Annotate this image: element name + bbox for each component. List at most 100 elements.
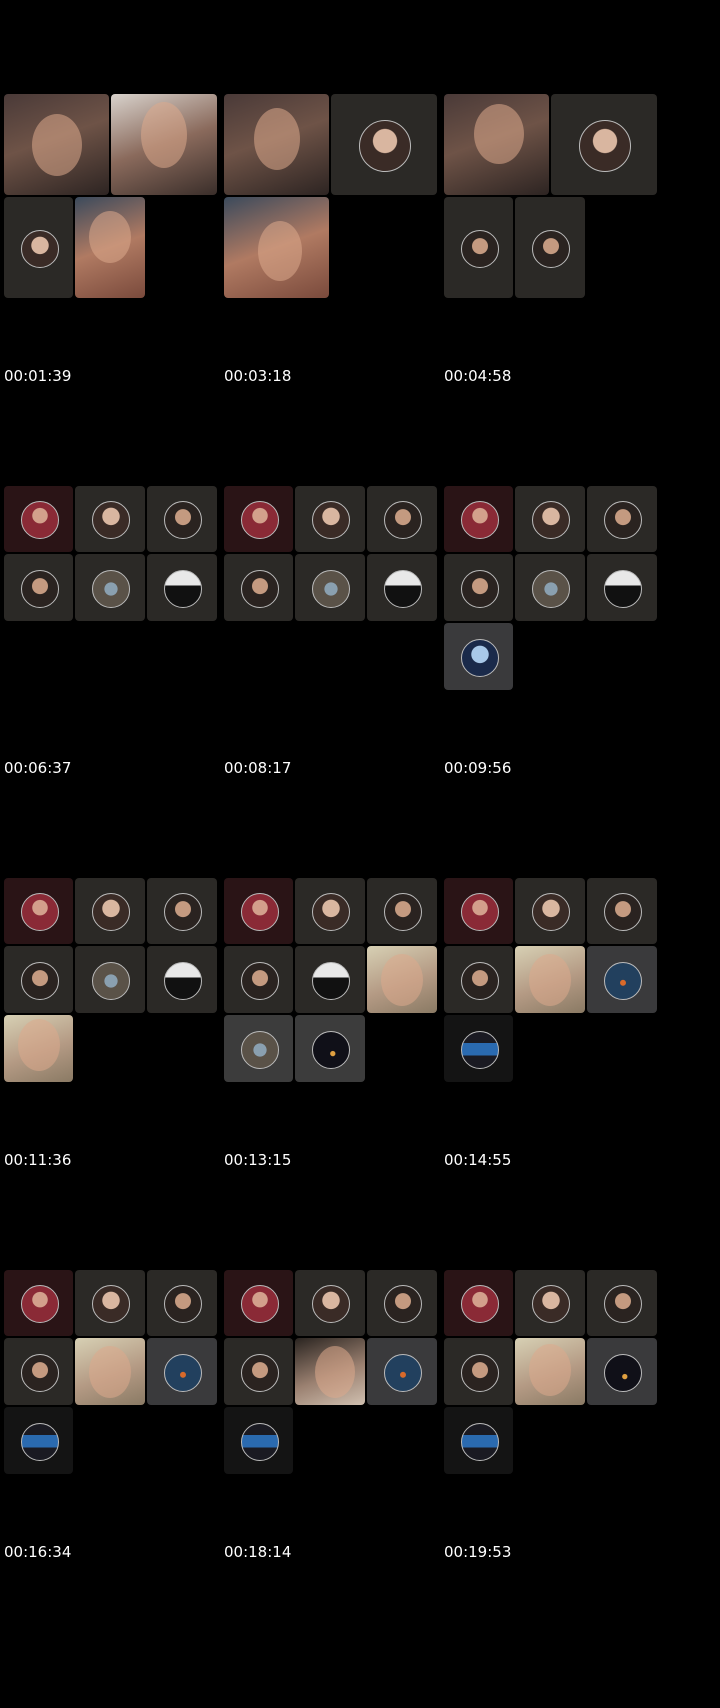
avatar-tile[interactable] [224, 946, 293, 1013]
video-tile[interactable] [75, 1338, 145, 1405]
avatar-tile[interactable] [4, 554, 73, 621]
video-tile[interactable] [224, 197, 329, 298]
timestamp: 00:06:37 [4, 759, 72, 777]
avatar-tile[interactable] [4, 486, 73, 552]
avatar [312, 1030, 350, 1069]
avatar [384, 1353, 422, 1392]
avatar-tile[interactable] [75, 554, 145, 621]
avatar-tile[interactable] [367, 486, 437, 552]
avatar-tile[interactable] [444, 486, 513, 552]
avatar-tile[interactable] [515, 486, 585, 552]
avatar-tile[interactable] [444, 946, 513, 1013]
video-tile[interactable] [111, 94, 217, 195]
avatar [384, 1285, 422, 1323]
avatar-tile[interactable] [147, 878, 217, 944]
timestamp: 00:11:36 [4, 1151, 72, 1169]
avatar-tile[interactable] [331, 94, 437, 195]
avatar-tile[interactable] [224, 878, 293, 944]
avatar-tile[interactable] [75, 486, 145, 552]
avatar-tile[interactable] [515, 1270, 585, 1336]
avatar-tile[interactable] [147, 486, 217, 552]
avatar-tile[interactable] [295, 1015, 365, 1082]
avatar-tile[interactable] [515, 554, 585, 621]
avatar-tile[interactable] [224, 1338, 293, 1405]
avatar-tile[interactable] [295, 1270, 365, 1336]
avatar-tile[interactable] [444, 1407, 513, 1474]
video-tile[interactable] [295, 1338, 365, 1405]
avatar-tile[interactable] [4, 878, 73, 944]
timestamp: 00:09:56 [444, 759, 512, 777]
avatar-tile[interactable] [224, 1015, 293, 1082]
avatar-tile[interactable] [147, 1338, 217, 1405]
avatar-tile[interactable] [147, 1270, 217, 1336]
avatar-tile[interactable] [587, 878, 657, 944]
avatar-tile[interactable] [224, 1407, 293, 1474]
avatar [92, 569, 130, 608]
avatar-tile[interactable] [147, 554, 217, 621]
video-tile[interactable] [367, 946, 437, 1013]
avatar-tile[interactable] [295, 554, 365, 621]
avatar-tile[interactable] [551, 94, 657, 195]
avatar-tile[interactable] [367, 878, 437, 944]
avatar [20, 1285, 59, 1323]
avatar-tile[interactable] [4, 1270, 73, 1336]
avatar [20, 569, 59, 608]
avatar-tile[interactable] [367, 554, 437, 621]
avatar-tile[interactable] [75, 1270, 145, 1336]
video-tile[interactable] [444, 94, 549, 195]
avatar-tile[interactable] [224, 486, 293, 552]
avatar [460, 893, 499, 931]
avatar [20, 229, 59, 268]
avatar [532, 1285, 570, 1323]
frame-1: 00:01:39 [0, 0, 240, 427]
avatar-tile[interactable] [587, 554, 657, 621]
avatar-tile[interactable] [587, 1270, 657, 1336]
video-tile[interactable] [4, 94, 109, 195]
avatar-tile[interactable] [4, 1407, 73, 1474]
video-tile[interactable] [515, 1338, 585, 1405]
avatar-tile[interactable] [224, 554, 293, 621]
avatar [92, 961, 130, 1000]
avatar-tile[interactable] [444, 878, 513, 944]
avatar [240, 569, 279, 608]
avatar-tile[interactable] [444, 197, 513, 298]
avatar-tile[interactable] [444, 1338, 513, 1405]
video-tile[interactable] [75, 197, 145, 298]
avatar [460, 1353, 499, 1392]
avatar-tile[interactable] [587, 1338, 657, 1405]
avatar-tile[interactable] [295, 878, 365, 944]
avatar-tile[interactable] [444, 1015, 513, 1082]
avatar-tile[interactable] [295, 486, 365, 552]
avatar-tile[interactable] [224, 1270, 293, 1336]
avatar-tile[interactable] [444, 623, 513, 690]
avatar-tile[interactable] [444, 1270, 513, 1336]
avatar-tile[interactable] [515, 878, 585, 944]
avatar [460, 569, 499, 608]
avatar-tile[interactable] [515, 197, 585, 298]
avatar [164, 569, 202, 608]
video-tile[interactable] [515, 946, 585, 1013]
avatar [312, 1285, 350, 1323]
avatar-tile[interactable] [147, 946, 217, 1013]
avatar-tile[interactable] [587, 486, 657, 552]
avatar [240, 961, 279, 1000]
video-tile[interactable] [4, 1015, 73, 1082]
timestamp: 00:01:39 [4, 367, 72, 385]
avatar-tile[interactable] [4, 946, 73, 1013]
avatar-tile[interactable] [367, 1338, 437, 1405]
avatar [20, 501, 59, 539]
avatar-tile[interactable] [295, 946, 365, 1013]
timestamp: 00:03:18 [224, 367, 292, 385]
avatar [312, 569, 350, 608]
avatar [164, 501, 202, 539]
video-tile[interactable] [224, 94, 329, 195]
avatar-tile[interactable] [587, 946, 657, 1013]
avatar-tile[interactable] [75, 946, 145, 1013]
timestamp: 00:16:34 [4, 1543, 72, 1561]
avatar-tile[interactable] [75, 878, 145, 944]
avatar-tile[interactable] [444, 554, 513, 621]
avatar [312, 893, 350, 931]
avatar-tile[interactable] [4, 1338, 73, 1405]
avatar-tile[interactable] [4, 197, 73, 298]
avatar-tile[interactable] [367, 1270, 437, 1336]
